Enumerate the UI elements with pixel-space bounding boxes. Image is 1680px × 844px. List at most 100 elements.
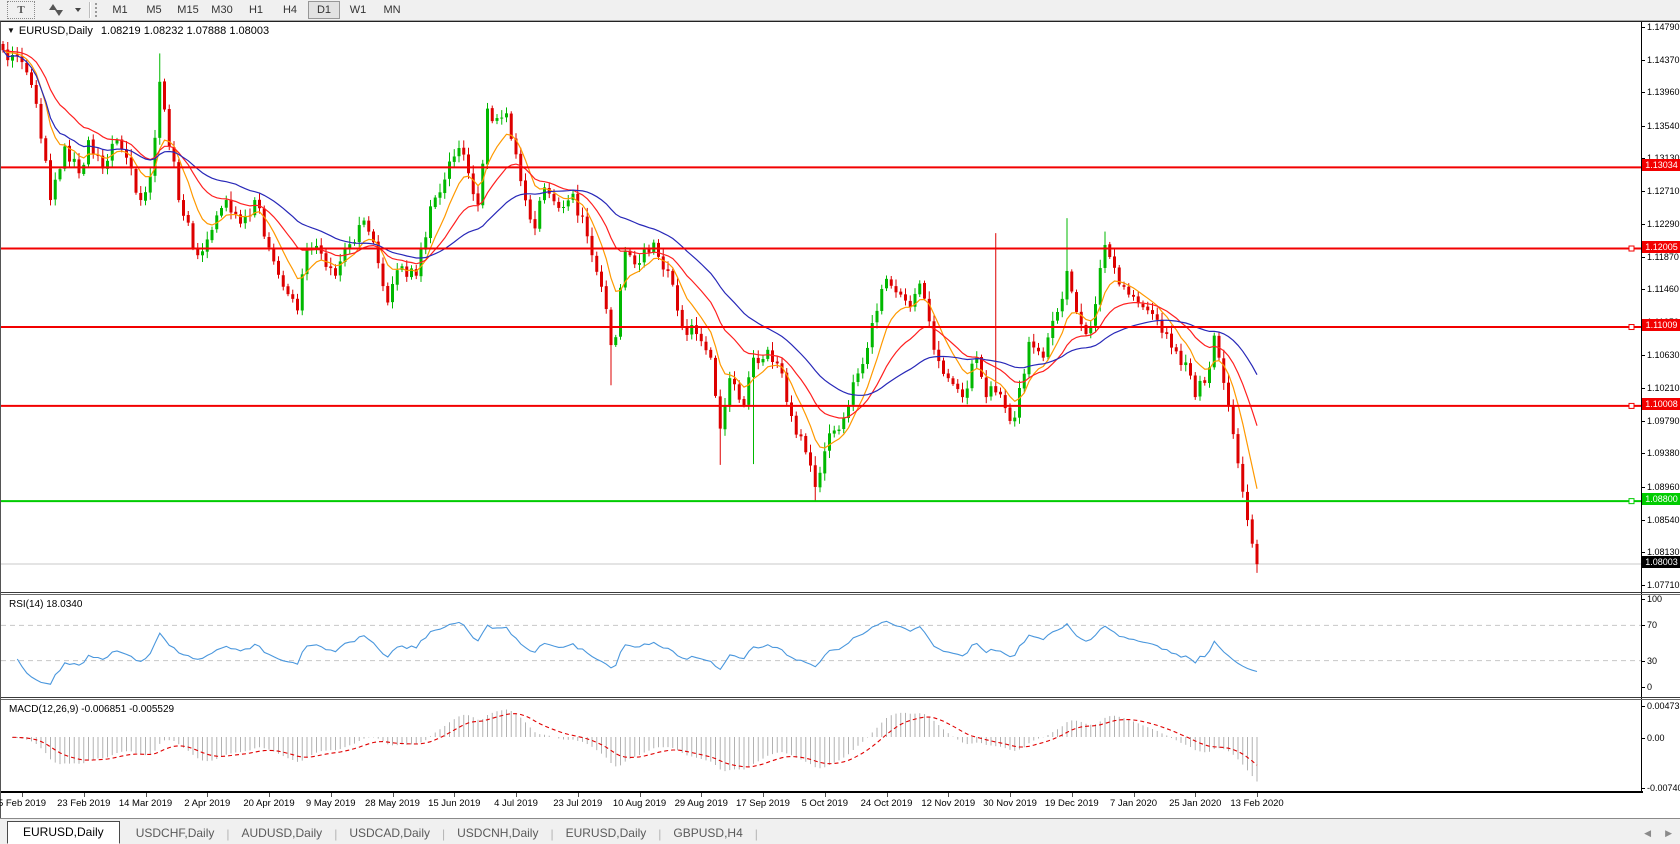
date-tick [825, 793, 826, 797]
price-axis-label: 1.13540 [1647, 121, 1680, 131]
date-label: 15 Jun 2019 [428, 798, 480, 809]
axis-tick [1641, 126, 1645, 127]
level-handle[interactable] [1629, 403, 1634, 408]
price-axis-label: 1.08960 [1647, 482, 1680, 492]
axis-tick [1641, 388, 1645, 389]
date-tick [887, 793, 888, 797]
axis-tick [1641, 661, 1645, 662]
date-label: 25 Jan 2020 [1169, 798, 1221, 809]
chart-dropdown-icon[interactable]: ▼ [7, 26, 15, 35]
axis-tick [1641, 738, 1645, 739]
axis-tick [1641, 421, 1645, 422]
axis-tick [1641, 257, 1645, 258]
axis-tick [1641, 687, 1645, 688]
chart-window[interactable]: ▼EURUSD,Daily1.08219 1.08232 1.07888 1.0… [0, 21, 1680, 818]
level-handle[interactable] [1629, 246, 1634, 251]
price-axis-label: 1.13960 [1647, 87, 1680, 97]
macd-pane[interactable] [1, 699, 1641, 790]
axis-tick [1641, 191, 1645, 192]
date-label: 2 Apr 2019 [184, 798, 230, 809]
macd-axis-label: 0.00473 [1647, 701, 1680, 711]
date-label: 5 Oct 2019 [802, 798, 848, 809]
pane-divider[interactable] [1, 592, 1680, 593]
level-price-tag: 1.12005 [1642, 241, 1680, 253]
price-axis-label: 1.08540 [1647, 515, 1680, 525]
axis-tick [1641, 585, 1645, 586]
axis-tick [1641, 625, 1645, 626]
timeframe-button-w1[interactable]: W1 [342, 1, 374, 19]
chart-tab-gbpusd-h4[interactable]: GBPUSD,H4 [661, 824, 754, 843]
price-axis-label: 1.14370 [1647, 55, 1680, 65]
date-tick [1072, 793, 1073, 797]
chart-tab-bar: EURUSD,DailyUSDCHF,Daily|AUDUSD,Daily|US… [0, 818, 1680, 844]
date-tick [1257, 793, 1258, 797]
rsi-pane[interactable] [1, 594, 1641, 697]
date-tick [763, 793, 764, 797]
date-label: 5 Feb 2019 [0, 798, 46, 809]
date-label: 20 Apr 2019 [243, 798, 294, 809]
mt4-terminal: T M1M5M15M30H1H4D1W1MN ▼EURUSD,Daily1.08… [0, 0, 1680, 844]
date-label: 23 Feb 2019 [57, 798, 110, 809]
date-tick [84, 793, 85, 797]
tab-scroll-left-icon[interactable]: ◀ [1644, 828, 1651, 839]
macd-indicator-label: MACD(12,26,9) -0.006851 -0.005529 [9, 704, 174, 715]
date-tick [393, 793, 394, 797]
chart-tab-audusd-daily[interactable]: AUDUSD,Daily [230, 824, 335, 843]
chart-tab-usdchf-daily[interactable]: USDCHF,Daily [124, 824, 227, 843]
timeframe-buttons: M1M5M15M30H1H4D1W1MN [103, 1, 409, 19]
axis-tick [1641, 520, 1645, 521]
timeframe-button-d1[interactable]: D1 [308, 1, 340, 19]
price-axis-label: 1.12710 [1647, 186, 1680, 196]
arrows-tool-button[interactable] [42, 1, 70, 19]
timeframe-button-mn[interactable]: MN [376, 1, 408, 19]
date-label: 23 Jul 2019 [553, 798, 602, 809]
chart-tab-eurusd-daily[interactable]: EURUSD,Daily [554, 824, 659, 843]
timeframe-button-h4[interactable]: H4 [274, 1, 306, 19]
timeframe-button-h1[interactable]: H1 [240, 1, 272, 19]
chart-tab-usdcad-daily[interactable]: USDCAD,Daily [337, 824, 442, 843]
date-label: 29 Aug 2019 [675, 798, 728, 809]
chart-bottom-border [1, 791, 1643, 793]
pane-divider[interactable] [1, 699, 1680, 700]
timeframe-toolbar: T M1M5M15M30H1H4D1W1MN [0, 0, 1680, 21]
level-handle[interactable] [1629, 499, 1634, 504]
tab-scroll-right-icon[interactable]: ▶ [1665, 828, 1672, 839]
level-handle[interactable] [1629, 325, 1634, 330]
pane-divider[interactable] [1, 594, 1680, 595]
pane-divider[interactable] [1, 697, 1680, 698]
date-tick [578, 793, 579, 797]
chart-tab-usdcnh-daily[interactable]: USDCNH,Daily [445, 824, 550, 843]
date-tick [701, 793, 702, 797]
date-tick [146, 793, 147, 797]
price-axis-label: 1.09380 [1647, 448, 1680, 458]
timeframe-button-m5[interactable]: M5 [138, 1, 170, 19]
rsi-axis-label: 0 [1647, 682, 1652, 692]
date-label: 28 May 2019 [365, 798, 420, 809]
date-tick [516, 793, 517, 797]
rsi-axis-label: 30 [1647, 656, 1657, 666]
date-label: 7 Jan 2020 [1110, 798, 1157, 809]
timeframe-button-m15[interactable]: M15 [172, 1, 204, 19]
caret-down-icon[interactable] [75, 8, 81, 12]
axis-tick [1641, 706, 1645, 707]
level-price-tag: 1.10008 [1642, 398, 1680, 410]
toolbar-grip[interactable] [95, 3, 99, 17]
timeframe-button-m1[interactable]: M1 [104, 1, 136, 19]
price-axis-label: 1.11460 [1647, 284, 1679, 294]
price-pane[interactable] [1, 24, 1641, 591]
text-tool-button[interactable]: T [7, 1, 35, 19]
date-label: 13 Feb 2020 [1230, 798, 1283, 809]
date-label: 19 Dec 2019 [1045, 798, 1099, 809]
axis-tick [1641, 60, 1645, 61]
axis-tick [1641, 487, 1645, 488]
date-label: 24 Oct 2019 [861, 798, 913, 809]
date-label: 4 Jul 2019 [494, 798, 538, 809]
date-tick [331, 793, 332, 797]
axis-tick [1641, 788, 1645, 789]
date-label: 17 Sep 2019 [736, 798, 790, 809]
chart-tab-eurusd-daily[interactable]: EURUSD,Daily [7, 821, 120, 844]
timeframe-button-m30[interactable]: M30 [206, 1, 238, 19]
date-label: 10 Aug 2019 [613, 798, 666, 809]
axis-tick [1641, 453, 1645, 454]
date-tick [22, 793, 23, 797]
